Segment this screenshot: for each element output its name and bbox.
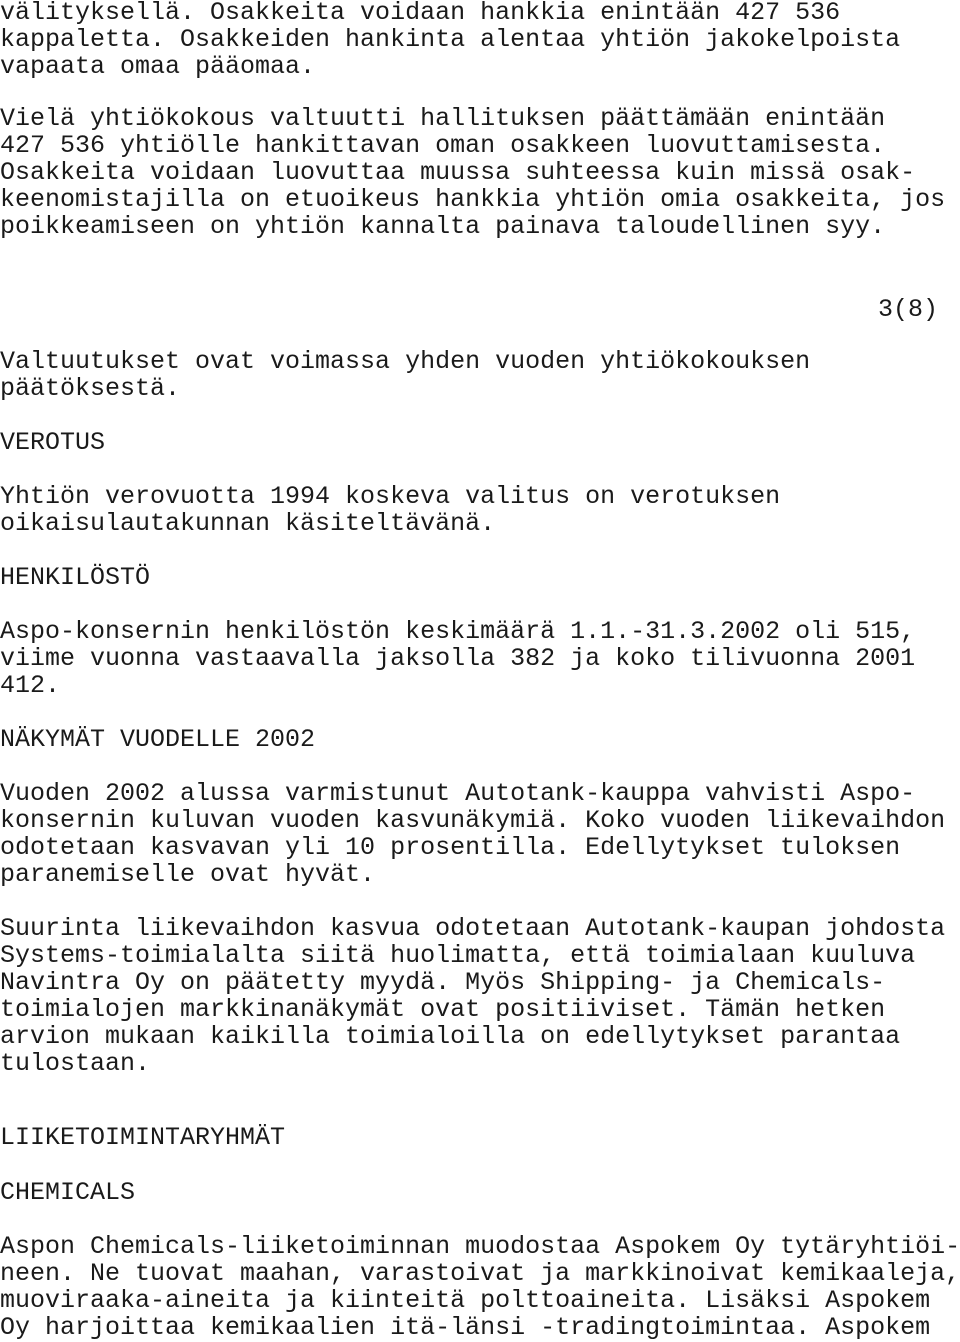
text-line: Aspo-konsernin henkilöstön keskimäärä 1.… <box>0 617 916 646</box>
text-line: CHEMICALS <box>0 1178 136 1207</box>
text-line: 412. <box>0 671 61 700</box>
text-line: vapaata omaa pääomaa. <box>0 52 316 81</box>
page-number: 3(8) <box>878 295 939 324</box>
text-line: viime vuonna vastaavalla jaksolla 382 ja… <box>0 644 916 673</box>
text-line: oikaisulautakunnan käsiteltävänä. <box>0 509 496 538</box>
text-line: keenomistajilla on etuoikeus hankkia yht… <box>0 185 946 214</box>
text-line: Yhtiön verovuotta 1994 koskeva valitus o… <box>0 482 781 511</box>
text-line: LIIKETOIMINTARYHMÄT <box>0 1123 286 1152</box>
text-line: Oy harjoittaa kemikaalien itä-länsi -tra… <box>0 1313 931 1342</box>
text-line: 427 536 yhtiölle hankittavan oman osakke… <box>0 131 886 160</box>
text-line: arvion mukaan kaikilla toimialoilla on e… <box>0 1022 901 1051</box>
text-line: Valtuutukset ovat voimassa yhden vuoden … <box>0 347 811 376</box>
text-line: Navintra Oy on päätetty myydä. Myös Ship… <box>0 968 886 997</box>
text-line: Aspon Chemicals-liiketoiminnan muodostaa… <box>0 1232 960 1261</box>
text-line: kappaletta. Osakkeiden hankinta alentaa … <box>0 25 901 54</box>
text-line: HENKILÖSTÖ <box>0 563 151 592</box>
text-line: toimialojen markkinanäkymät ovat positii… <box>0 995 886 1024</box>
text-line: Osakkeita voidaan luovuttaa muussa suhte… <box>0 158 916 187</box>
text-line: neen. Ne tuovat maahan, varastoivat ja m… <box>0 1259 960 1288</box>
text-line: VEROTUS <box>0 428 106 457</box>
text-line: odotetaan kasvavan yli 10 prosentilla. E… <box>0 833 901 862</box>
text-line: tulostaan. <box>0 1049 151 1078</box>
text-line: paranemiselle ovat hyvät. <box>0 860 376 889</box>
text-line: poikkeamiseen on yhtiön kannalta painava… <box>0 212 886 241</box>
text-line: päätöksestä. <box>0 374 181 403</box>
text-line: muoviraaka-aineita ja kiinteitä polttoai… <box>0 1286 931 1315</box>
text-line: Vielä yhtiökokous valtuutti hallituksen … <box>0 104 886 133</box>
text-line: Systems-toimialalta siitä huolimatta, et… <box>0 941 916 970</box>
text-line: NÄKYMÄT VUODELLE 2002 <box>0 725 316 754</box>
text-line: konsernin kuluvan vuoden kasvunäkymiä. K… <box>0 806 946 835</box>
text-line: välityksellä. Osakkeita voidaan hankkia … <box>0 0 841 27</box>
text-line: Vuoden 2002 alussa varmistunut Autotank-… <box>0 779 916 808</box>
text-line: Suurinta liikevaihdon kasvua odotetaan A… <box>0 914 946 943</box>
